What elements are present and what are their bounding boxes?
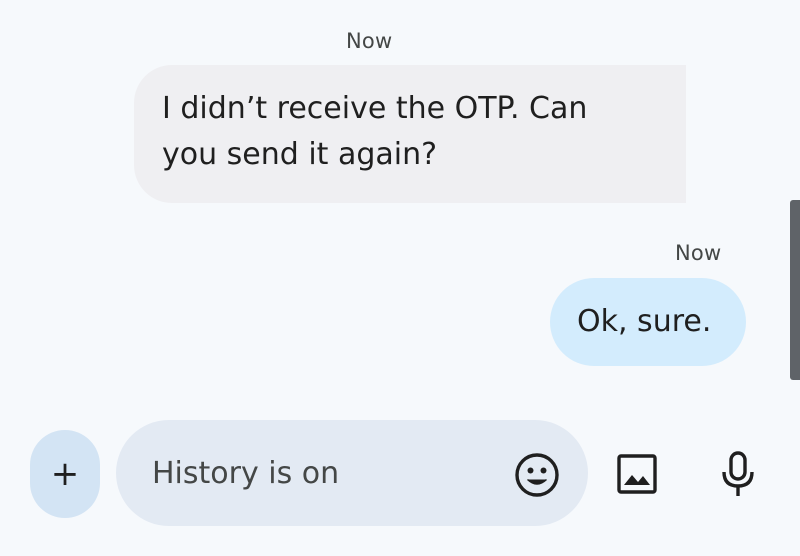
message-input[interactable]: [152, 450, 482, 496]
emoji-smile-icon: [515, 453, 559, 497]
outgoing-message-bubble[interactable]: Ok, sure.: [550, 278, 746, 366]
message-text-line: Ok, sure.: [577, 304, 712, 339]
microphone-icon: [722, 451, 754, 496]
image-gallery-icon: [617, 454, 657, 494]
scrollbar[interactable]: [790, 200, 800, 380]
message-composer: +: [0, 410, 800, 556]
plus-icon: +: [50, 454, 80, 494]
message-timestamp: Now: [346, 29, 393, 53]
gallery-button[interactable]: [609, 446, 665, 502]
message-text-line: you send it again?: [162, 137, 438, 172]
compose-pill: [116, 420, 588, 526]
message-timestamp: Now: [675, 241, 722, 265]
emoji-button[interactable]: [512, 450, 562, 500]
message-thread: Now I didn’t receive the OTP. Can you se…: [0, 0, 800, 410]
voice-message-button[interactable]: [710, 446, 766, 502]
message-text-line: I didn’t receive the OTP. Can: [162, 91, 588, 126]
incoming-message-bubble[interactable]: I didn’t receive the OTP. Can you send i…: [134, 65, 686, 203]
add-attachment-button[interactable]: +: [30, 430, 100, 518]
